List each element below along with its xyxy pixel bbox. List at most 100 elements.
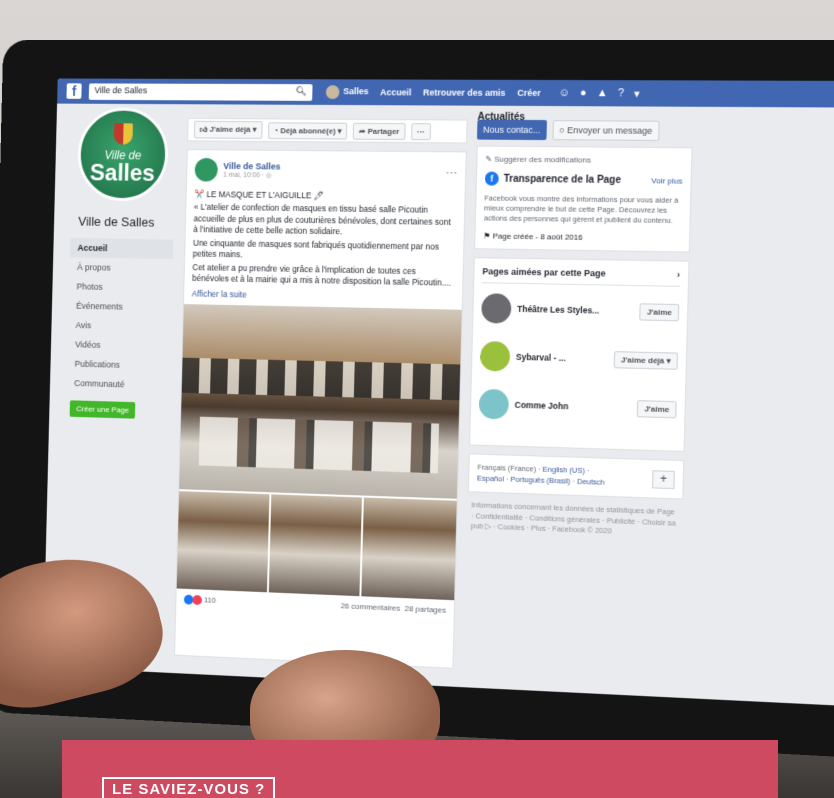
subscribe-button[interactable]: ◔ Déjà abonné(e) ▾ bbox=[267, 121, 348, 140]
pencil-icon: ✎ bbox=[485, 154, 495, 164]
comments-count[interactable]: 26 commentaires bbox=[341, 601, 401, 612]
language-links: Français (France) · English (US) · Españ… bbox=[476, 462, 605, 487]
post-time-text: 1 mai, 10:00 · bbox=[223, 171, 266, 180]
create-page-button[interactable]: Créer une Page bbox=[69, 400, 136, 419]
transparency-card: ✎ Suggérer des modifications f Transpare… bbox=[474, 145, 693, 253]
facebook-logo-icon[interactable]: f bbox=[66, 83, 82, 99]
sidebar-item-events[interactable]: Événements bbox=[68, 296, 171, 318]
language-german[interactable]: Deutsch bbox=[577, 477, 605, 487]
shares-count[interactable]: 28 partages bbox=[405, 604, 447, 615]
language-card: Français (France) · English (US) · Españ… bbox=[467, 453, 685, 500]
crest-icon bbox=[113, 123, 133, 145]
right-column: Nous contac... ○ Envoyer un message ✎ Su… bbox=[467, 119, 693, 540]
search-text: Ville de Salles bbox=[94, 84, 148, 95]
contact-button[interactable]: Nous contac... bbox=[476, 119, 547, 141]
user-name: Salles bbox=[343, 86, 369, 97]
suggest-edits-label: Suggérer des modifications bbox=[494, 154, 591, 165]
reactions-count[interactable]: 110 bbox=[183, 594, 217, 606]
search-icon[interactable]: 🔍︎ bbox=[295, 86, 307, 99]
user-link[interactable]: Salles bbox=[325, 85, 369, 100]
language-english[interactable]: English (US) bbox=[543, 465, 585, 475]
liked-pages-header[interactable]: Pages aimées par cette Page › bbox=[482, 266, 681, 288]
page-actions-bar: 👍︎ J'aime déjà ▾ ◔ Déjà abonné(e) ▾ ➦ Pa… bbox=[187, 117, 468, 144]
friends-icon[interactable]: ☺ bbox=[559, 87, 571, 100]
nav-home[interactable]: Accueil bbox=[380, 87, 411, 97]
top-nav: Salles Accueil Retrouver des amis Créer bbox=[325, 85, 541, 100]
see-more-link[interactable]: Voir plus bbox=[651, 176, 682, 185]
nav-icons: ☺ ● ▲ ? ▾ bbox=[559, 87, 640, 100]
sidebar-item-community[interactable]: Communauté bbox=[66, 373, 169, 395]
liked-page-name[interactable]: Théâtre Les Styles... bbox=[517, 304, 634, 316]
sidebar-item-about[interactable]: À propos bbox=[69, 257, 172, 278]
did-you-know-banner: LE SAVIEZ-VOUS ? bbox=[62, 740, 778, 798]
post-title: ✂️ LE MASQUE ET L'AIGUILLE 🖊 bbox=[194, 189, 325, 201]
avatar[interactable] bbox=[194, 157, 218, 182]
post-photo-row bbox=[176, 490, 457, 600]
facebook-page-screen: f Ville de Salles 🔍︎ Salles Accueil Retr… bbox=[42, 78, 834, 706]
sidebar-item-home[interactable]: Accueil bbox=[69, 237, 174, 260]
post-paragraph: « L'atelier de confection de masques en … bbox=[193, 202, 451, 237]
send-message-button[interactable]: ○ Envoyer un message bbox=[551, 120, 660, 141]
sidebar-item-reviews[interactable]: Avis bbox=[68, 315, 171, 337]
like-label: J'aime déjà ▾ bbox=[209, 124, 257, 134]
liked-already-button[interactable]: J'aime déjà ▾ bbox=[613, 351, 678, 370]
subscribe-label: Déjà abonné(e) ▾ bbox=[280, 125, 342, 136]
more-actions-button[interactable]: ··· bbox=[410, 122, 431, 140]
liked-page-item: Comme John J'aime bbox=[478, 389, 677, 425]
chevron-down-icon[interactable]: ▾ bbox=[634, 87, 640, 100]
like-page-button[interactable]: 👍︎ J'aime déjà ▾ bbox=[193, 120, 263, 139]
left-column: Ville de Salles Ville de Salles Accueil … bbox=[66, 107, 177, 420]
page-footer[interactable]: Informations concernant les données de s… bbox=[467, 501, 683, 540]
liked-page-avatar[interactable] bbox=[481, 293, 512, 325]
liked-page-item: Théâtre Les Styles... J'aime bbox=[481, 293, 680, 328]
add-language-button[interactable]: + bbox=[652, 470, 675, 489]
chevron-right-icon[interactable]: › bbox=[677, 270, 680, 280]
page-created-label: Page créée - 8 août 2016 bbox=[492, 231, 583, 243]
reactions-number: 110 bbox=[203, 595, 217, 606]
like-page-button[interactable]: J'aime bbox=[637, 399, 677, 419]
language-current: Français (France) · bbox=[477, 462, 543, 475]
contact-buttons: Nous contac... ○ Envoyer un message bbox=[476, 119, 693, 142]
language-portuguese[interactable]: Português (Brasil) bbox=[510, 475, 570, 486]
post-author[interactable]: Ville de Salles bbox=[223, 161, 280, 171]
post-timestamp[interactable]: 1 mai, 10:00 · ◎ bbox=[223, 171, 280, 179]
page-created-info: ⚑ Page créée - 8 août 2016 bbox=[483, 232, 681, 244]
suggest-edits-link[interactable]: ✎ Suggérer des modifications bbox=[485, 155, 683, 166]
liked-pages-card: Pages aimées par cette Page › Théâtre Le… bbox=[469, 257, 690, 453]
liked-page-avatar[interactable] bbox=[478, 389, 510, 420]
sidebar-item-posts[interactable]: Publications bbox=[67, 354, 170, 376]
profile-pic-line2: Salles bbox=[89, 159, 156, 187]
liked-page-item: Sybarval - ... J'aime déjà ▾ bbox=[479, 341, 678, 376]
send-message-label: Envoyer un message bbox=[567, 125, 653, 136]
messenger-icon[interactable]: ● bbox=[580, 87, 587, 100]
transparency-description: Facebook vous montre des informations po… bbox=[483, 193, 679, 226]
post-photo[interactable] bbox=[268, 494, 363, 596]
share-label: Partager bbox=[367, 126, 400, 136]
nav-find-friends[interactable]: Retrouver des amis bbox=[423, 88, 506, 98]
post-photo-main[interactable] bbox=[179, 303, 462, 499]
avatar bbox=[325, 85, 340, 100]
post-body: ✂️ LE MASQUE ET L'AIGUILLE 🖊 « L'atelier… bbox=[184, 189, 464, 290]
search-input[interactable]: Ville de Salles 🔍︎ bbox=[88, 82, 313, 101]
sidebar-item-photos[interactable]: Photos bbox=[69, 277, 172, 298]
help-icon[interactable]: ? bbox=[618, 87, 624, 100]
language-selector: Français (France) · English (US) · Españ… bbox=[477, 463, 675, 491]
page-title[interactable]: Ville de Salles bbox=[78, 214, 174, 230]
post-photo[interactable] bbox=[361, 497, 457, 600]
liked-page-name[interactable]: Comme John bbox=[515, 400, 632, 413]
bell-icon[interactable]: ▲ bbox=[597, 87, 608, 100]
post-paragraph: Une cinquante de masques sont fabriqués … bbox=[192, 237, 440, 260]
transparency-title: Transparence de la Page bbox=[503, 173, 622, 186]
share-button[interactable]: ➦ Partager bbox=[353, 122, 406, 140]
sidebar-item-videos[interactable]: Vidéos bbox=[67, 335, 170, 357]
like-page-button[interactable]: J'aime bbox=[639, 303, 680, 322]
post-photo[interactable] bbox=[176, 490, 270, 593]
language-spanish[interactable]: Español bbox=[477, 473, 504, 483]
nav-create[interactable]: Créer bbox=[517, 88, 541, 98]
post-options-button[interactable]: ··· bbox=[445, 165, 457, 179]
liked-page-avatar[interactable] bbox=[479, 341, 511, 373]
globe-icon: ◎ bbox=[265, 172, 272, 180]
profile-picture[interactable]: Ville de Salles bbox=[76, 107, 170, 202]
post-card: Ville de Salles 1 mai, 10:00 · ◎ ··· ✂️ … bbox=[174, 149, 467, 669]
liked-page-name[interactable]: Sybarval - ... bbox=[516, 352, 608, 364]
